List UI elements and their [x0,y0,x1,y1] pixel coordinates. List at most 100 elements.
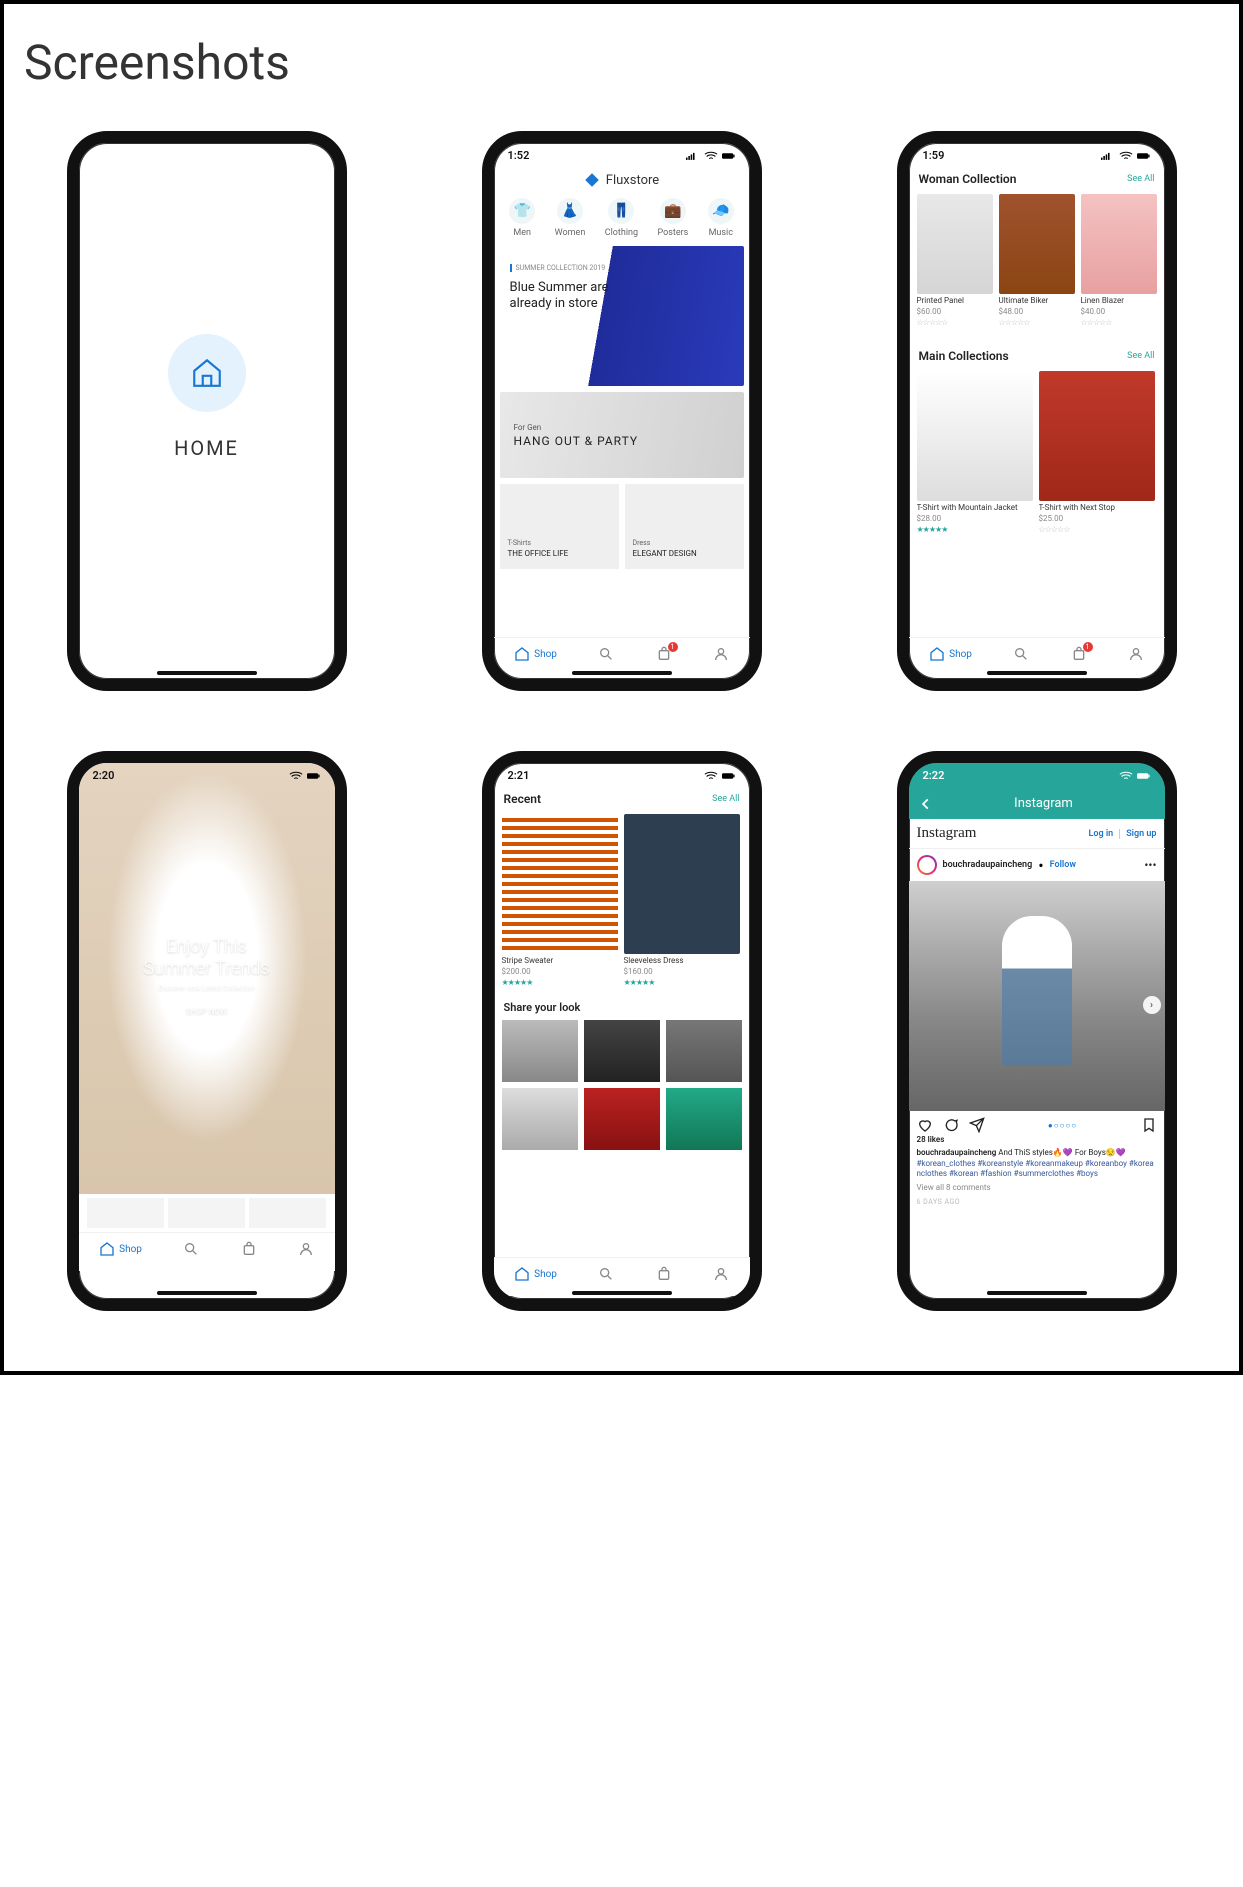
product-image [1039,371,1155,501]
product-card[interactable]: Stripe Sweater$200.00★★★★★ [502,814,618,987]
signup-link[interactable]: Sign up [1126,829,1156,839]
search-icon [1013,646,1029,662]
heart-icon[interactable] [917,1117,933,1133]
tab-profile[interactable] [713,1266,729,1282]
page-title: Screenshots [24,34,1219,91]
category-clothing[interactable]: 👖Clothing [605,198,638,238]
tab-profile[interactable] [298,1241,314,1257]
status-icons [686,151,736,161]
shop-now-button[interactable]: SHOP NOW [171,1002,242,1021]
hero-image[interactable]: Enjoy ThisSummer Trends Discover now Lat… [79,763,335,1194]
tab-cart[interactable]: 1 [1071,646,1087,662]
avatar[interactable] [917,855,937,875]
post-image[interactable]: › [909,881,1165,1111]
cart-icon [241,1241,257,1257]
tab-profile[interactable] [713,646,729,662]
product-card[interactable]: Ultimate Biker$48.00☆☆☆☆☆ [999,194,1075,327]
dress-icon: 👗 [557,198,583,224]
follow-link[interactable]: Follow [1050,860,1076,870]
username[interactable]: bouchradaupaincheng [943,860,1033,870]
tab-cart[interactable]: 1 [656,646,672,662]
cart-badge: 1 [668,642,678,652]
look-thumbnail[interactable] [666,1020,742,1082]
pants-icon: 👖 [608,198,634,224]
phone-summer-trends: 2:20 Enjoy ThisSummer Trends Discover no… [67,751,347,1311]
signal-icon [1101,151,1115,161]
status-icons [289,771,321,781]
post-header: bouchradaupaincheng • Follow ••• [909,849,1165,881]
back-icon[interactable] [919,797,933,811]
tab-profile[interactable] [1128,646,1144,662]
hashtags[interactable]: #korean_clothes #koreanstyle #koreanmake… [917,1159,1157,1181]
tab-search[interactable] [598,1266,614,1282]
thumbnail[interactable] [168,1198,245,1228]
post-actions: ●○○○○ [909,1111,1165,1135]
rating-stars: ☆☆☆☆☆ [1039,525,1155,534]
status-icons [1119,771,1151,781]
bookmark-icon[interactable] [1141,1117,1157,1133]
hero-banner[interactable]: SUMMER COLLECTION 2019 Blue Summer are a… [500,246,744,386]
share-icon[interactable] [969,1117,985,1133]
mini-banner-tshirts[interactable]: T-ShirtsTHE OFFICE LIFE [500,484,619,569]
tab-shop[interactable]: Shop [929,646,972,662]
product-card[interactable]: T-Shirt with Mountain Jacket$28.00★★★★★ [917,371,1033,534]
battery-icon [722,771,736,781]
next-image-button[interactable]: › [1143,996,1161,1014]
hero-subtitle: Discover now Latest Collection [143,984,269,992]
see-all-link[interactable]: See All [1127,351,1154,361]
more-icon[interactable]: ••• [1144,858,1156,872]
category-posters[interactable]: 💼Posters [658,198,689,238]
rating-stars: ★★★★★ [917,525,1033,534]
rating-stars: ☆☆☆☆☆ [999,318,1075,327]
tab-shop[interactable]: Shop [514,1266,557,1282]
look-thumbnail[interactable] [502,1088,578,1150]
banner2-title: HANG OUT & PARTY [514,434,639,448]
banner2-tag: For Gen [514,423,639,432]
status-time: 1:59 [923,149,945,162]
tab-search[interactable] [598,646,614,662]
home-icon-circle[interactable] [168,334,246,412]
category-women[interactable]: 👗Women [555,198,586,238]
status-icons [1101,151,1151,161]
thumbnail[interactable] [87,1198,164,1228]
comment-icon[interactable] [943,1117,959,1133]
tab-search[interactable] [183,1241,199,1257]
tab-shop[interactable]: Shop [514,646,557,662]
product-image [917,194,993,294]
tab-cart[interactable] [241,1241,257,1257]
see-all-link[interactable]: See All [1127,174,1154,184]
wifi-icon [1119,771,1133,781]
product-card[interactable]: Sleeveless Dress$160.00★★★★★ [624,814,740,987]
login-link[interactable]: Log in [1089,829,1121,839]
bag-icon: 💼 [660,198,686,224]
secondary-banner[interactable]: For Gen HANG OUT & PARTY [500,392,744,478]
banner-title: Blue Summer are already in store [510,280,620,313]
likes-count[interactable]: 28 likes [917,1135,1157,1146]
product-card[interactable]: Linen Blazer$40.00☆☆☆☆☆ [1081,194,1157,327]
cart-icon [656,1266,672,1282]
tab-cart[interactable] [656,1266,672,1282]
product-image [1081,194,1157,294]
category-row: 👕Men 👗Women 👖Clothing 💼Posters 🧢Music [494,198,750,246]
tab-shop[interactable]: Shop [99,1241,142,1257]
home-icon [99,1241,115,1257]
product-card[interactable]: T-Shirt with Next Stop$25.00☆☆☆☆☆ [1039,371,1155,534]
look-thumbnail[interactable] [666,1088,742,1150]
look-thumbnail[interactable] [584,1020,660,1082]
phone-fluxstore-home: 1:52 Fluxstore 👕Men 👗Women 👖Clothing 💼Po… [482,131,762,691]
home-icon [514,646,530,662]
tab-search[interactable] [1013,646,1029,662]
thumbnail-strip[interactable] [79,1194,335,1232]
product-card[interactable]: Printed Panel$60.00☆☆☆☆☆ [917,194,993,327]
home-icon [190,356,224,390]
look-thumbnail[interactable] [502,1020,578,1082]
see-all-link[interactable]: See All [712,794,739,804]
look-thumbnail[interactable] [584,1088,660,1150]
mini-banner-dress[interactable]: DressELEGANT DESIGN [625,484,744,569]
banner-tag: SUMMER COLLECTION 2019 [510,264,620,272]
thumbnail[interactable] [249,1198,326,1228]
category-men[interactable]: 👕Men [509,198,535,238]
view-comments-link[interactable]: View all 8 comments [917,1183,1157,1194]
category-music[interactable]: 🧢Music [708,198,734,238]
wifi-icon [704,151,718,161]
